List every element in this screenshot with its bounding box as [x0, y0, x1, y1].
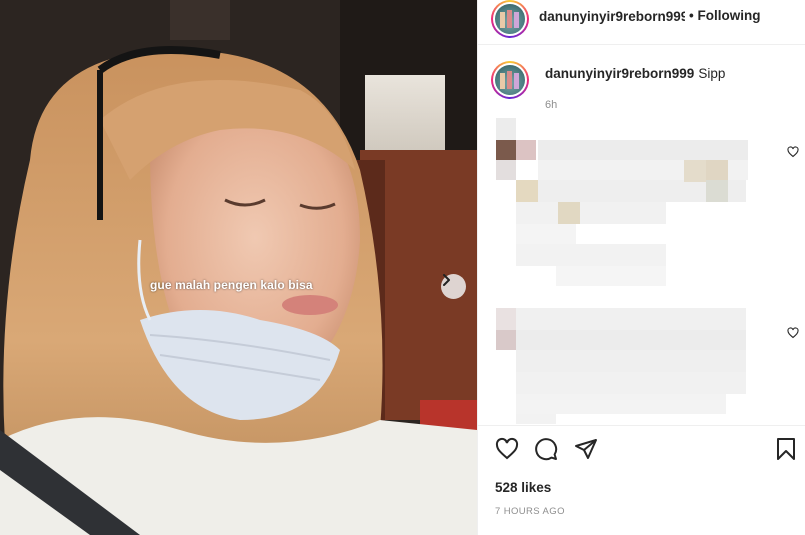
comment-icon[interactable]: [534, 437, 558, 461]
post-media[interactable]: gue malah pengen kalo bisa: [0, 0, 477, 535]
caption-timestamp[interactable]: 6h: [545, 99, 557, 111]
heart-icon[interactable]: [495, 437, 519, 461]
instagram-post-view: gue malah pengen kalo bisa danunyinyir9r…: [0, 0, 805, 535]
header-username[interactable]: danunyinyir9reborn999: [539, 9, 685, 24]
author-avatar[interactable]: [491, 0, 529, 38]
bookmark-icon[interactable]: [776, 437, 796, 461]
caption-line: danunyinyir9reborn999 Sipp: [545, 66, 725, 81]
share-icon[interactable]: [574, 437, 598, 461]
post-details-panel: danunyinyir9reborn999 • Following danuny…: [477, 0, 805, 535]
post-actions-bar: 528 likes 7 HOURS AGO: [478, 425, 805, 535]
post-header: danunyinyir9reborn999 • Following: [478, 0, 805, 45]
group-photo-icon: [500, 71, 519, 89]
comments-list: [496, 118, 776, 424]
chevron-right-icon: [443, 274, 450, 286]
caption-author-avatar[interactable]: [491, 61, 529, 99]
likes-count[interactable]: 528 likes: [495, 480, 551, 495]
following-label: Following: [697, 8, 761, 23]
comment-like-heart-icon[interactable]: [787, 327, 799, 339]
group-photo-icon: [500, 10, 519, 28]
post-timestamp[interactable]: 7 HOURS AGO: [495, 506, 565, 517]
follow-status-button[interactable]: • Following: [689, 8, 761, 23]
comment-like-heart-icon[interactable]: [787, 146, 799, 158]
separator-dot: •: [689, 8, 694, 23]
video-caption-text: gue malah pengen kalo bisa: [150, 278, 313, 292]
video-frame: [0, 0, 477, 535]
next-media-button[interactable]: [441, 274, 466, 299]
caption-text: Sipp: [698, 66, 726, 81]
caption-username[interactable]: danunyinyir9reborn999: [545, 66, 694, 81]
